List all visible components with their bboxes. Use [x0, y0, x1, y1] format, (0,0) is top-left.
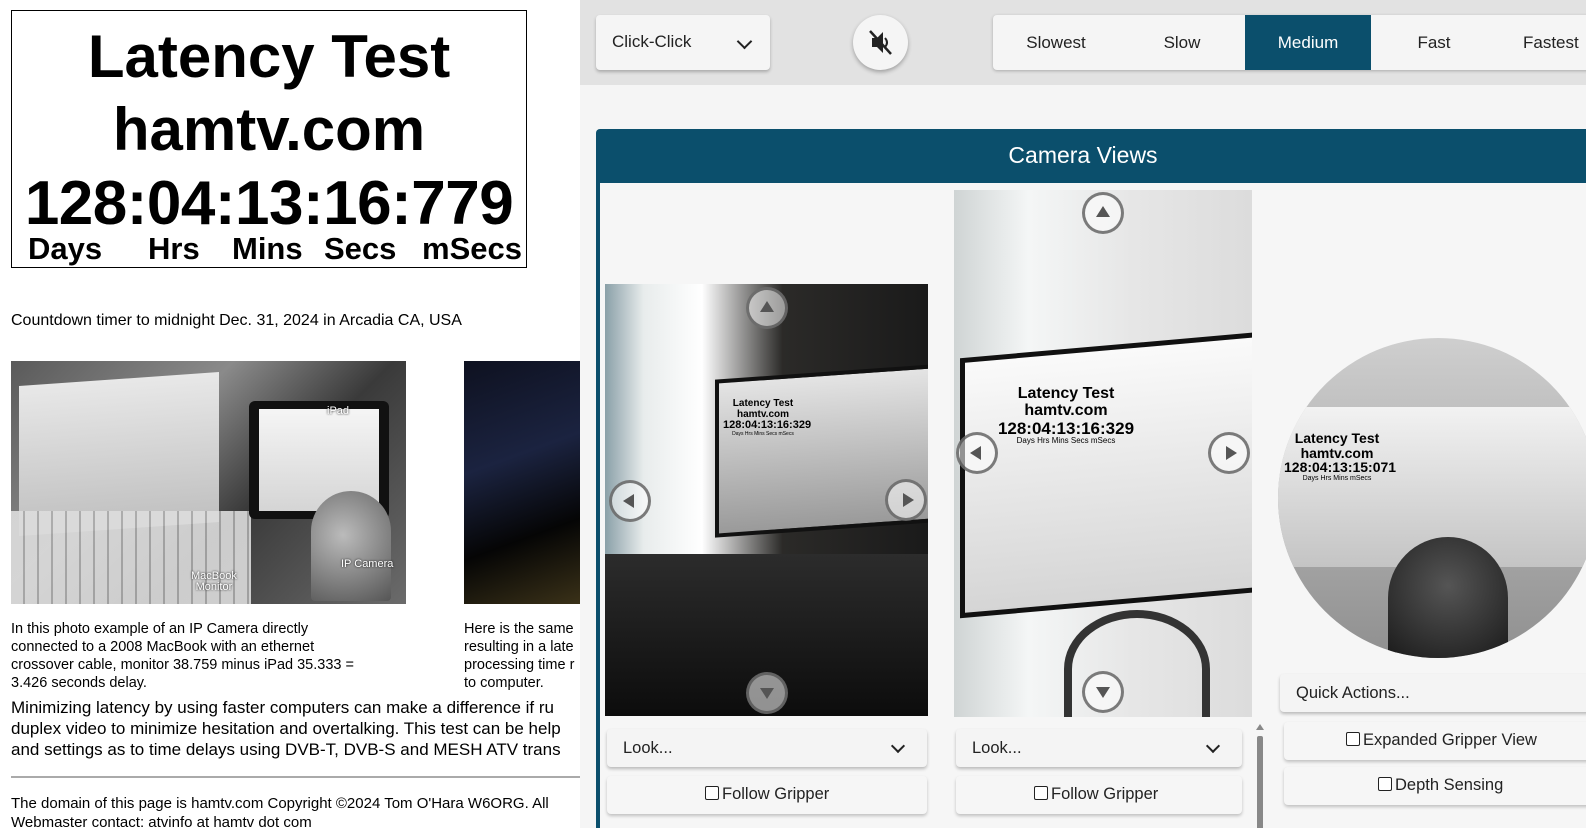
unit-hrs: Hrs: [148, 231, 200, 266]
latency-test-webpage: Latency Test hamtv.com 128:04:13:16:779 …: [0, 0, 580, 828]
control-mode-dropdown[interactable]: Click-Click: [596, 15, 770, 70]
checkbox[interactable]: [1346, 732, 1360, 746]
speed-selector: Slowest Slow Medium Fast Fastest: [993, 15, 1586, 70]
feed3-overlay-text: Latency Test hamtv.com 128:04:13:15:071 …: [1284, 430, 1397, 483]
feed1-pan-left-arrow[interactable]: [609, 480, 651, 522]
footer: The domain of this page is hamtv.com Cop…: [11, 795, 549, 828]
latency-timer-box: Latency Test hamtv.com 128:04:13:16:779 …: [11, 10, 527, 268]
volume-mute-icon: [869, 30, 892, 55]
camera-views-panel: Camera Views Latency Test hamtv.com 128:…: [596, 129, 1586, 828]
monitor-in-feed: [960, 331, 1252, 619]
top-toolbar: Click-Click Slowest Slow Medium Fast Fas…: [580, 0, 1586, 85]
scrollbar-thumb[interactable]: [1257, 736, 1263, 828]
ip-camera-label: IP Camera: [341, 558, 394, 570]
ip-camera: [311, 491, 391, 601]
feed2-pan-up-arrow[interactable]: [1082, 192, 1124, 234]
unit-msecs: mSecs: [422, 231, 522, 266]
feed1-overlay-text: Latency Test hamtv.com 128:04:13:16:329 …: [723, 398, 812, 437]
unit-days: Days: [28, 231, 103, 266]
checkbox[interactable]: [1034, 786, 1048, 800]
unit-mins: Mins: [232, 231, 303, 266]
gripper-camera-feed[interactable]: Latency Test hamtv.com 128:04:13:15:071 …: [1278, 338, 1586, 658]
second-setup-photo: [464, 361, 580, 604]
speed-slowest[interactable]: Slowest: [993, 15, 1119, 70]
speed-medium[interactable]: Medium: [1245, 15, 1371, 70]
follow-gripper-toggle-1[interactable]: Follow Gripper: [607, 776, 927, 814]
look-dropdown-1[interactable]: Look...: [607, 729, 927, 767]
timer-units: Days Hrs Mins Secs mSecs: [12, 231, 526, 266]
photo2-caption: Here is the same resulting in a late pro…: [464, 621, 575, 691]
robot-control-app: Click-Click Slowest Slow Medium Fast Fas…: [580, 0, 1586, 828]
realsense-camera-feed[interactable]: Latency Test hamtv.com 128:04:13:16:329 …: [954, 190, 1252, 717]
site-name: hamtv.com: [112, 96, 426, 163]
navigation-camera-feed[interactable]: Latency Test hamtv.com 128:04:13:16:329 …: [605, 284, 928, 716]
speed-fast[interactable]: Fast: [1371, 15, 1497, 70]
feed2-overlay-text: Latency Test hamtv.com 128:04:13:16:329 …: [997, 385, 1135, 446]
quick-actions-dropdown[interactable]: Quick Actions...: [1280, 674, 1586, 712]
ipad-label: iPad: [327, 405, 350, 417]
chevron-down-icon: [890, 738, 906, 754]
camera-views-title: Camera Views: [1008, 142, 1158, 168]
mute-button[interactable]: [853, 15, 908, 70]
camera-views-body: Latency Test hamtv.com 128:04:13:16:329 …: [600, 183, 1586, 828]
control-mode-value: Click-Click: [612, 32, 692, 51]
feed2-pan-down-arrow[interactable]: [1082, 671, 1124, 713]
scroll-up-arrow[interactable]: [1256, 724, 1264, 730]
photo1-caption: In this photo example of an IP Camera di…: [11, 621, 354, 691]
macbook-ipad-photo: iPad IP Camera MacBook Monitor: [11, 361, 406, 604]
feed1-pan-up-arrow[interactable]: [746, 287, 788, 329]
expanded-gripper-toggle[interactable]: Expanded Gripper View: [1284, 722, 1586, 760]
look-dropdown-2[interactable]: Look...: [956, 729, 1242, 767]
divider: [11, 776, 580, 778]
follow-gripper-toggle-2[interactable]: Follow Gripper: [956, 776, 1242, 814]
countdown-text: Countdown timer to midnight Dec. 31, 202…: [11, 312, 462, 329]
monitor-label: MacBook Monitor: [191, 570, 237, 593]
checkbox[interactable]: [1378, 777, 1392, 791]
checkbox[interactable]: [705, 786, 719, 800]
gripper-in-feed: [1388, 537, 1508, 658]
feed2-pan-left-arrow[interactable]: [956, 432, 998, 474]
page-title: Latency Test: [87, 23, 451, 90]
speed-slow[interactable]: Slow: [1119, 15, 1245, 70]
feed1-pan-right-arrow[interactable]: [885, 479, 927, 521]
scrollbar[interactable]: [1256, 724, 1264, 828]
chevron-down-icon: [1205, 738, 1221, 754]
unit-secs: Secs: [324, 231, 397, 266]
latency-paragraph: Minimizing latency by using faster compu…: [11, 698, 561, 759]
speed-fastest[interactable]: Fastest: [1497, 15, 1586, 70]
feed2-pan-right-arrow[interactable]: [1208, 432, 1250, 474]
chevron-down-icon: [736, 33, 753, 50]
depth-sensing-toggle[interactable]: Depth Sensing: [1284, 767, 1586, 805]
feed1-pan-down-arrow[interactable]: [746, 672, 788, 714]
